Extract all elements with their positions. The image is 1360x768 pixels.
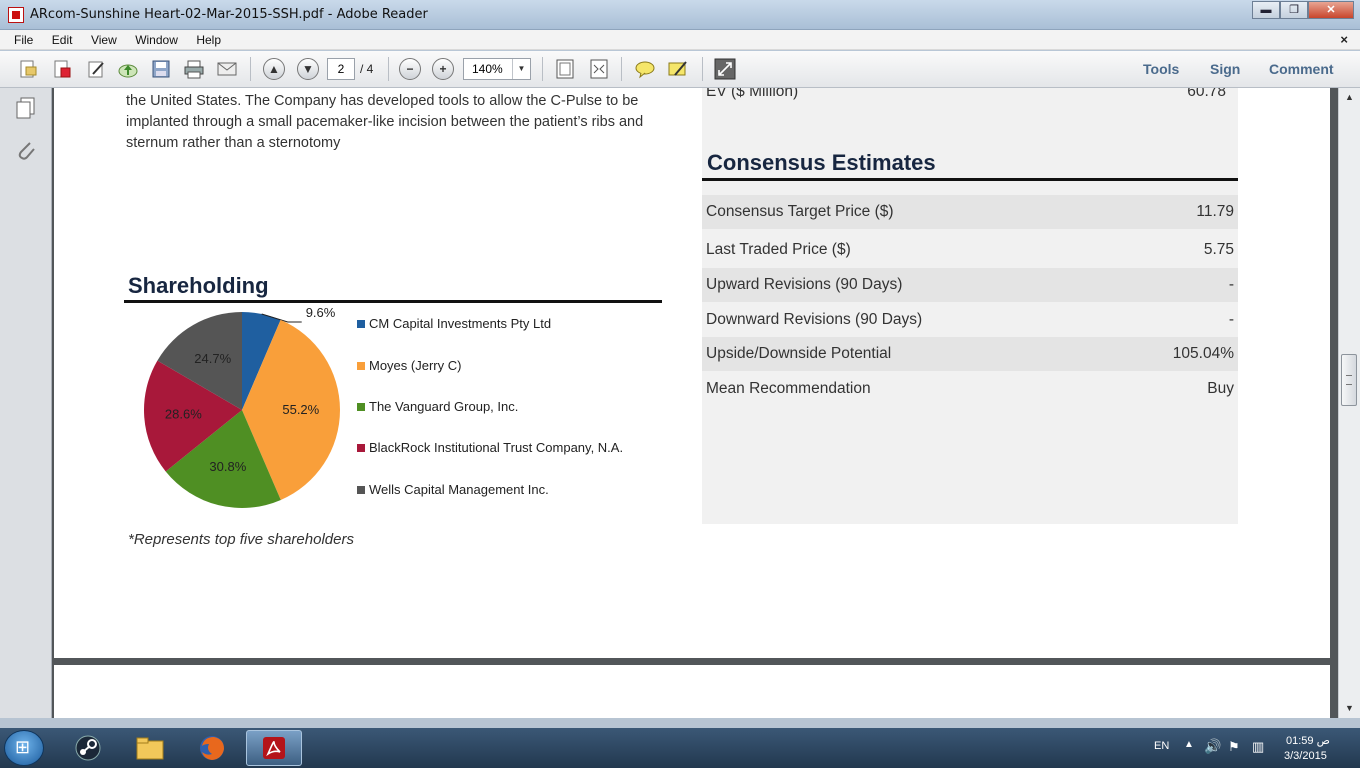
window-controls: ▬ ❐ ✕ — [1252, 1, 1354, 19]
document-view[interactable]: the United States. The Company has devel… — [52, 88, 1338, 718]
legend-item-cm-capital: CM Capital Investments Pty Ltd — [357, 316, 551, 331]
comment-button[interactable]: Comment — [1269, 61, 1334, 77]
legend-item-wells-capital: Wells Capital Management Inc. — [357, 482, 549, 497]
menu-bar: File Edit View Window Help × — [0, 30, 1360, 50]
legend-swatch — [357, 403, 365, 411]
navigation-pane — [0, 88, 52, 718]
pie-data-label: 30.8% — [209, 459, 246, 474]
previous-page-button[interactable]: ▲ — [262, 57, 286, 81]
menu-view[interactable]: View — [77, 30, 117, 47]
tools-button[interactable]: Tools — [1143, 61, 1179, 77]
consensus-estimates-panel: EV ($ Million) 60.78 Consensus Estimates… — [702, 88, 1238, 524]
page-number-input[interactable]: 2 — [327, 58, 355, 80]
tray-expand-icon[interactable]: ▲ — [1184, 739, 1194, 750]
arrow-up-icon: ▲ — [263, 58, 285, 80]
maximize-button[interactable]: ❐ — [1280, 1, 1308, 19]
zoom-out-button[interactable]: − — [398, 57, 422, 81]
menu-window[interactable]: Window — [121, 30, 178, 47]
comment-bubble-icon[interactable] — [633, 57, 657, 81]
table-row: Consensus Target Price ($) 11.79 — [702, 195, 1238, 229]
attachment-icon[interactable] — [14, 138, 38, 162]
pdf-page-next — [54, 665, 1330, 718]
minus-icon: − — [399, 58, 421, 80]
adobe-reader-icon — [8, 7, 24, 23]
menu-edit[interactable]: Edit — [38, 30, 73, 47]
firefox-icon[interactable] — [184, 730, 240, 766]
start-button[interactable] — [4, 730, 44, 766]
legend-item-vanguard: The Vanguard Group, Inc. — [357, 399, 518, 414]
highlight-icon[interactable] — [666, 57, 690, 81]
scroll-thumb[interactable] — [1341, 354, 1357, 406]
zoom-in-button[interactable]: + — [431, 57, 455, 81]
fit-width-icon[interactable] — [587, 57, 611, 81]
pie-data-label: 55.2% — [282, 402, 319, 417]
edit-icon[interactable] — [84, 57, 108, 81]
adobe-reader-taskbar-icon[interactable] — [246, 730, 302, 766]
table-row: Last Traded Price ($) 5.75 — [706, 241, 1234, 258]
next-page-button[interactable]: ▼ — [296, 57, 320, 81]
legend-item-blackrock: BlackRock Institutional Trust Company, N… — [357, 440, 623, 455]
email-icon[interactable] — [215, 57, 239, 81]
table-row: Upward Revisions (90 Days) - — [702, 268, 1238, 302]
fit-page-icon[interactable] — [553, 57, 577, 81]
page-separator — [52, 658, 1338, 665]
chevron-down-icon: ▼ — [512, 59, 530, 79]
zoom-select[interactable]: 140% ▼ — [463, 58, 531, 80]
legend-swatch — [357, 486, 365, 494]
pie-svg: 9.6% 55.2% 30.8% 28.6% 24.7% — [144, 305, 340, 508]
table-row: Mean Recommendation Buy — [706, 380, 1234, 397]
legend-swatch — [357, 320, 365, 328]
window-title: ARcom-Sunshine Heart-02-Mar-2015-SSH.pdf… — [30, 7, 428, 22]
minimize-button[interactable]: ▬ — [1252, 1, 1280, 19]
zoom-value: 140% — [472, 62, 503, 76]
arrow-down-icon: ▼ — [297, 58, 319, 80]
legend-swatch — [357, 362, 365, 370]
footnote: *Represents top five shareholders — [128, 531, 354, 548]
print-icon[interactable] — [182, 57, 206, 81]
consensus-rule — [702, 178, 1238, 181]
plus-icon: + — [432, 58, 454, 80]
pdf-page: the United States. The Company has devel… — [54, 88, 1330, 658]
toolbar: ▲ ▼ 2 / 4 − + 140% ▼ Tools Sign Comment — [0, 51, 1360, 88]
ev-label: EV ($ Million) — [706, 88, 799, 100]
clock-date[interactable]: 3/3/2015 — [1284, 750, 1327, 762]
scroll-up-icon[interactable]: ▲ — [1345, 92, 1354, 102]
file-explorer-icon[interactable] — [122, 730, 178, 766]
intro-paragraph: the United States. The Company has devel… — [126, 93, 644, 151]
ev-value: 60.78 — [1187, 88, 1226, 100]
menu-help[interactable]: Help — [182, 30, 221, 47]
combine-files-icon[interactable] — [50, 57, 74, 81]
taskbar: EN ▲ 🔊 ⚑ ▥ 01:59 ص 3/3/2015 — [0, 728, 1360, 768]
action-center-icon[interactable]: ⚑ — [1228, 739, 1240, 755]
close-button[interactable]: ✕ — [1308, 1, 1354, 19]
clock-time[interactable]: 01:59 ص — [1286, 734, 1330, 747]
legend-item-moyes: Moyes (Jerry C) — [357, 358, 461, 373]
sign-button[interactable]: Sign — [1210, 61, 1240, 77]
pages-icon[interactable] — [14, 96, 38, 120]
table-row: Downward Revisions (90 Days) - — [706, 311, 1234, 328]
pie-data-label: 24.7% — [194, 351, 231, 366]
page-total: / 4 — [360, 62, 374, 76]
window-bottom-edge — [0, 718, 1360, 728]
consensus-heading: Consensus Estimates — [707, 150, 936, 175]
cloud-upload-icon[interactable] — [116, 57, 140, 81]
network-icon[interactable]: ▥ — [1252, 739, 1264, 755]
legend-swatch — [357, 444, 365, 452]
steam-icon[interactable] — [60, 730, 116, 766]
menu-file[interactable]: File — [0, 30, 33, 47]
create-pdf-icon[interactable] — [16, 57, 40, 81]
document-close-button[interactable]: × — [1340, 32, 1348, 47]
scroll-down-icon[interactable]: ▼ — [1345, 703, 1354, 713]
shareholding-heading: Shareholding — [128, 273, 269, 298]
table-row: Upside/Downside Potential 105.04% — [702, 337, 1238, 371]
shareholding-pie-chart: 9.6% 55.2% 30.8% 28.6% 24.7% — [134, 303, 374, 513]
volume-icon[interactable]: 🔊 — [1204, 738, 1221, 755]
expand-icon[interactable] — [713, 57, 737, 81]
pie-data-label: 9.6% — [306, 305, 336, 320]
language-indicator[interactable]: EN — [1154, 740, 1169, 752]
vertical-scrollbar[interactable]: ▲ ▼ — [1338, 88, 1360, 718]
pie-data-label: 28.6% — [165, 406, 202, 421]
save-icon[interactable] — [149, 57, 173, 81]
title-bar: ARcom-Sunshine Heart-02-Mar-2015-SSH.pdf… — [0, 0, 1360, 30]
